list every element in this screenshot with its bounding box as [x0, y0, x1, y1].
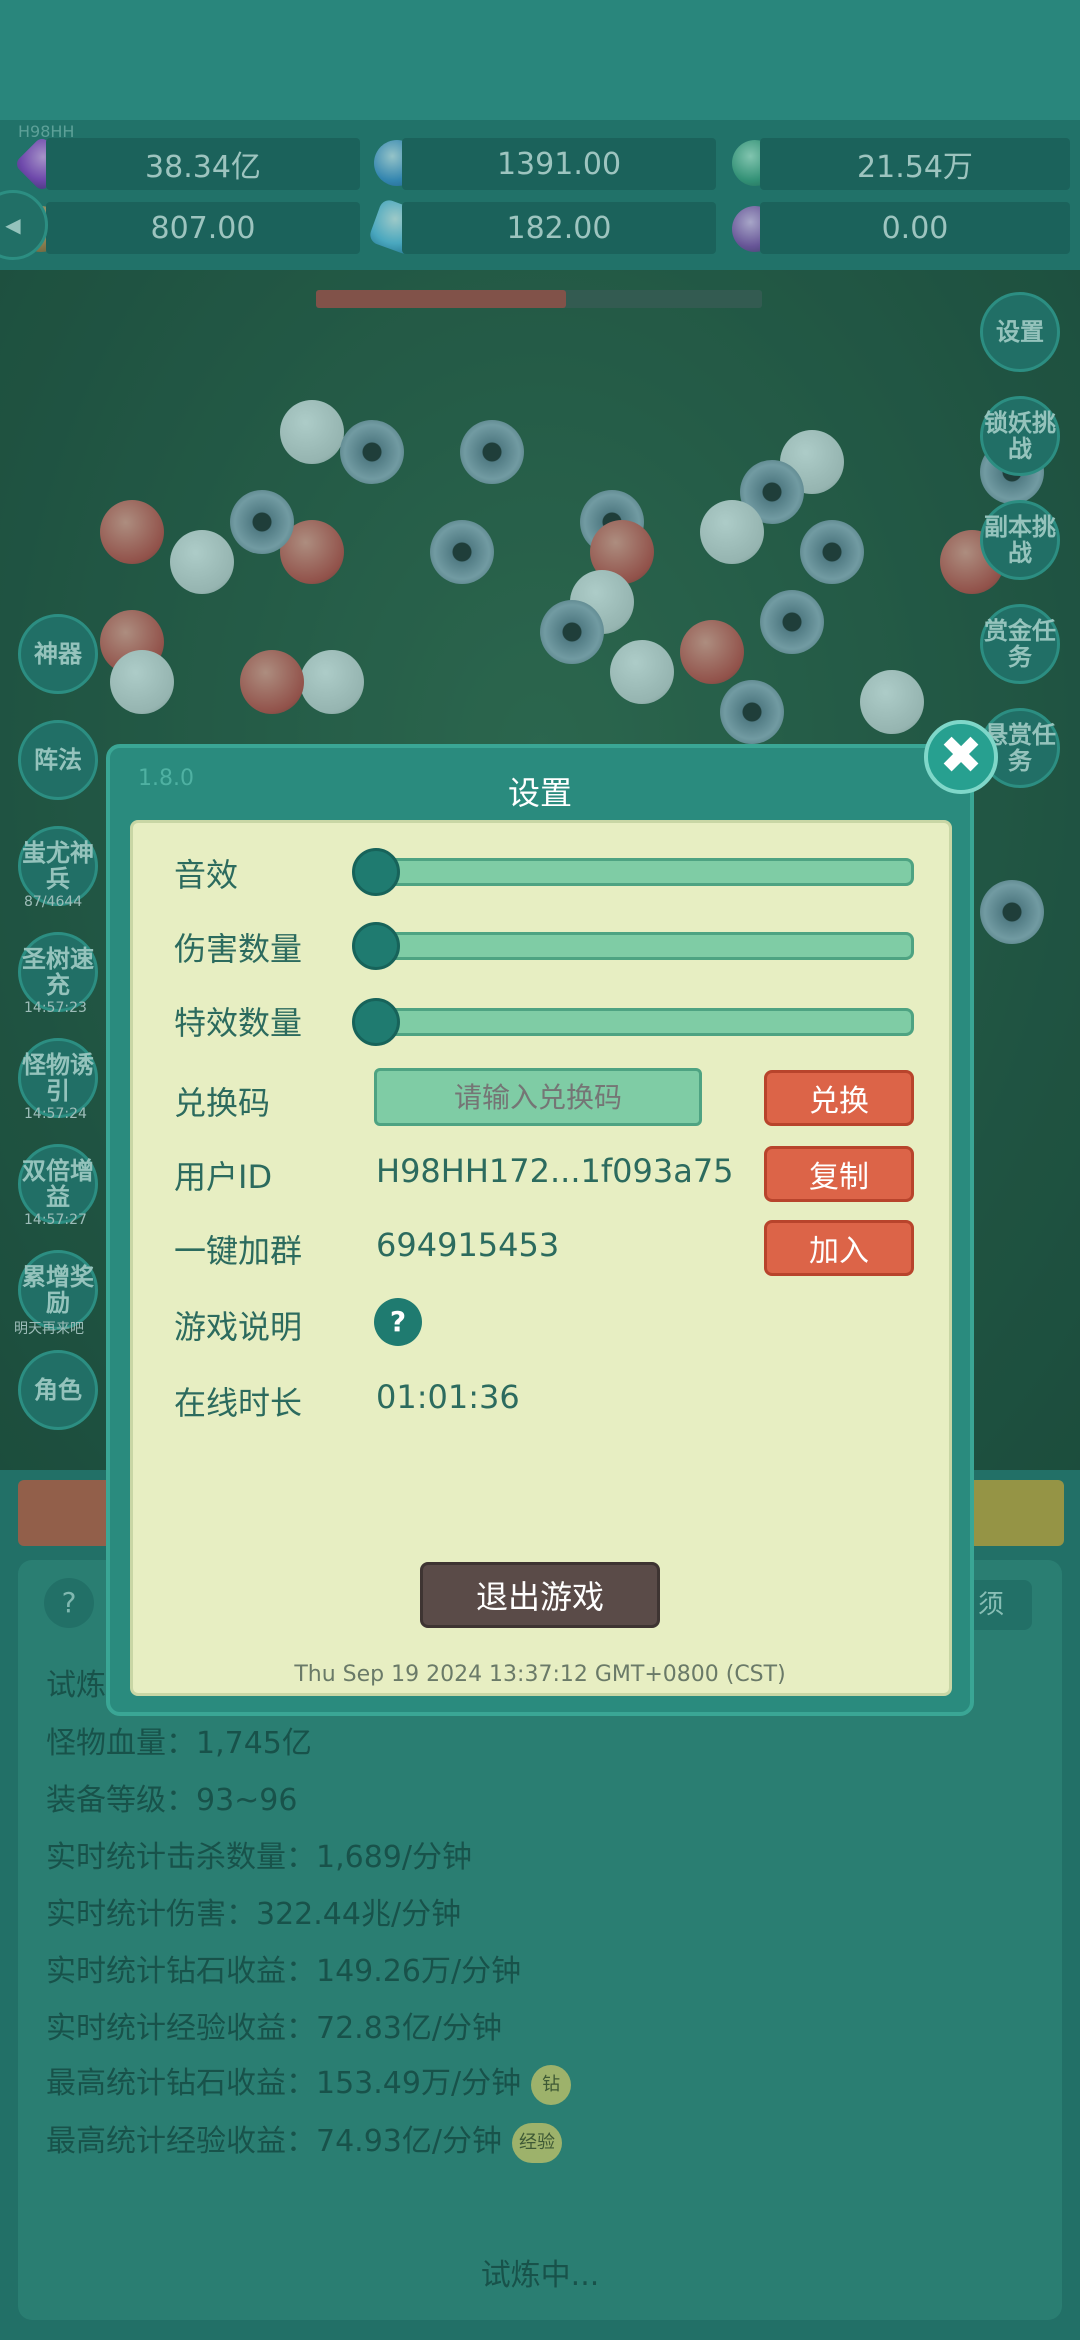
effect-count-label: 特效数量 [174, 1004, 303, 1042]
effect-count-slider-thumb[interactable] [352, 998, 400, 1046]
damage-count-slider-thumb[interactable] [352, 922, 400, 970]
help-icon[interactable]: ? [374, 1298, 422, 1346]
damage-count-slider[interactable] [358, 932, 914, 960]
dialog-title: 设置 [507, 774, 572, 812]
user-id-value: H98HH172...1f093a75 [376, 1152, 734, 1190]
online-time-value: 01:01:36 [376, 1378, 520, 1416]
effect-count-slider[interactable] [358, 1008, 914, 1036]
sound-slider[interactable] [358, 858, 914, 886]
redeem-code-input[interactable] [374, 1068, 702, 1126]
copy-button[interactable]: 复制 [764, 1146, 914, 1202]
game-guide-label: 游戏说明 [174, 1308, 303, 1346]
user-id-label: 用户ID [174, 1158, 273, 1196]
sound-slider-thumb[interactable] [352, 848, 400, 896]
join-button[interactable]: 加入 [764, 1220, 914, 1276]
online-time-label: 在线时长 [174, 1384, 303, 1422]
redeem-button[interactable]: 兑换 [764, 1070, 914, 1126]
damage-count-label: 伤害数量 [174, 930, 303, 968]
sound-label: 音效 [174, 856, 239, 894]
exit-game-button[interactable]: 退出游戏 [420, 1562, 660, 1628]
group-number: 694915453 [376, 1226, 560, 1264]
redeem-label: 兑换码 [174, 1084, 271, 1122]
timestamp: Thu Sep 19 2024 13:37:12 GMT+0800 (CST) [294, 1662, 786, 1687]
close-icon[interactable]: ✖ [924, 720, 998, 794]
join-group-label: 一键加群 [174, 1232, 303, 1270]
